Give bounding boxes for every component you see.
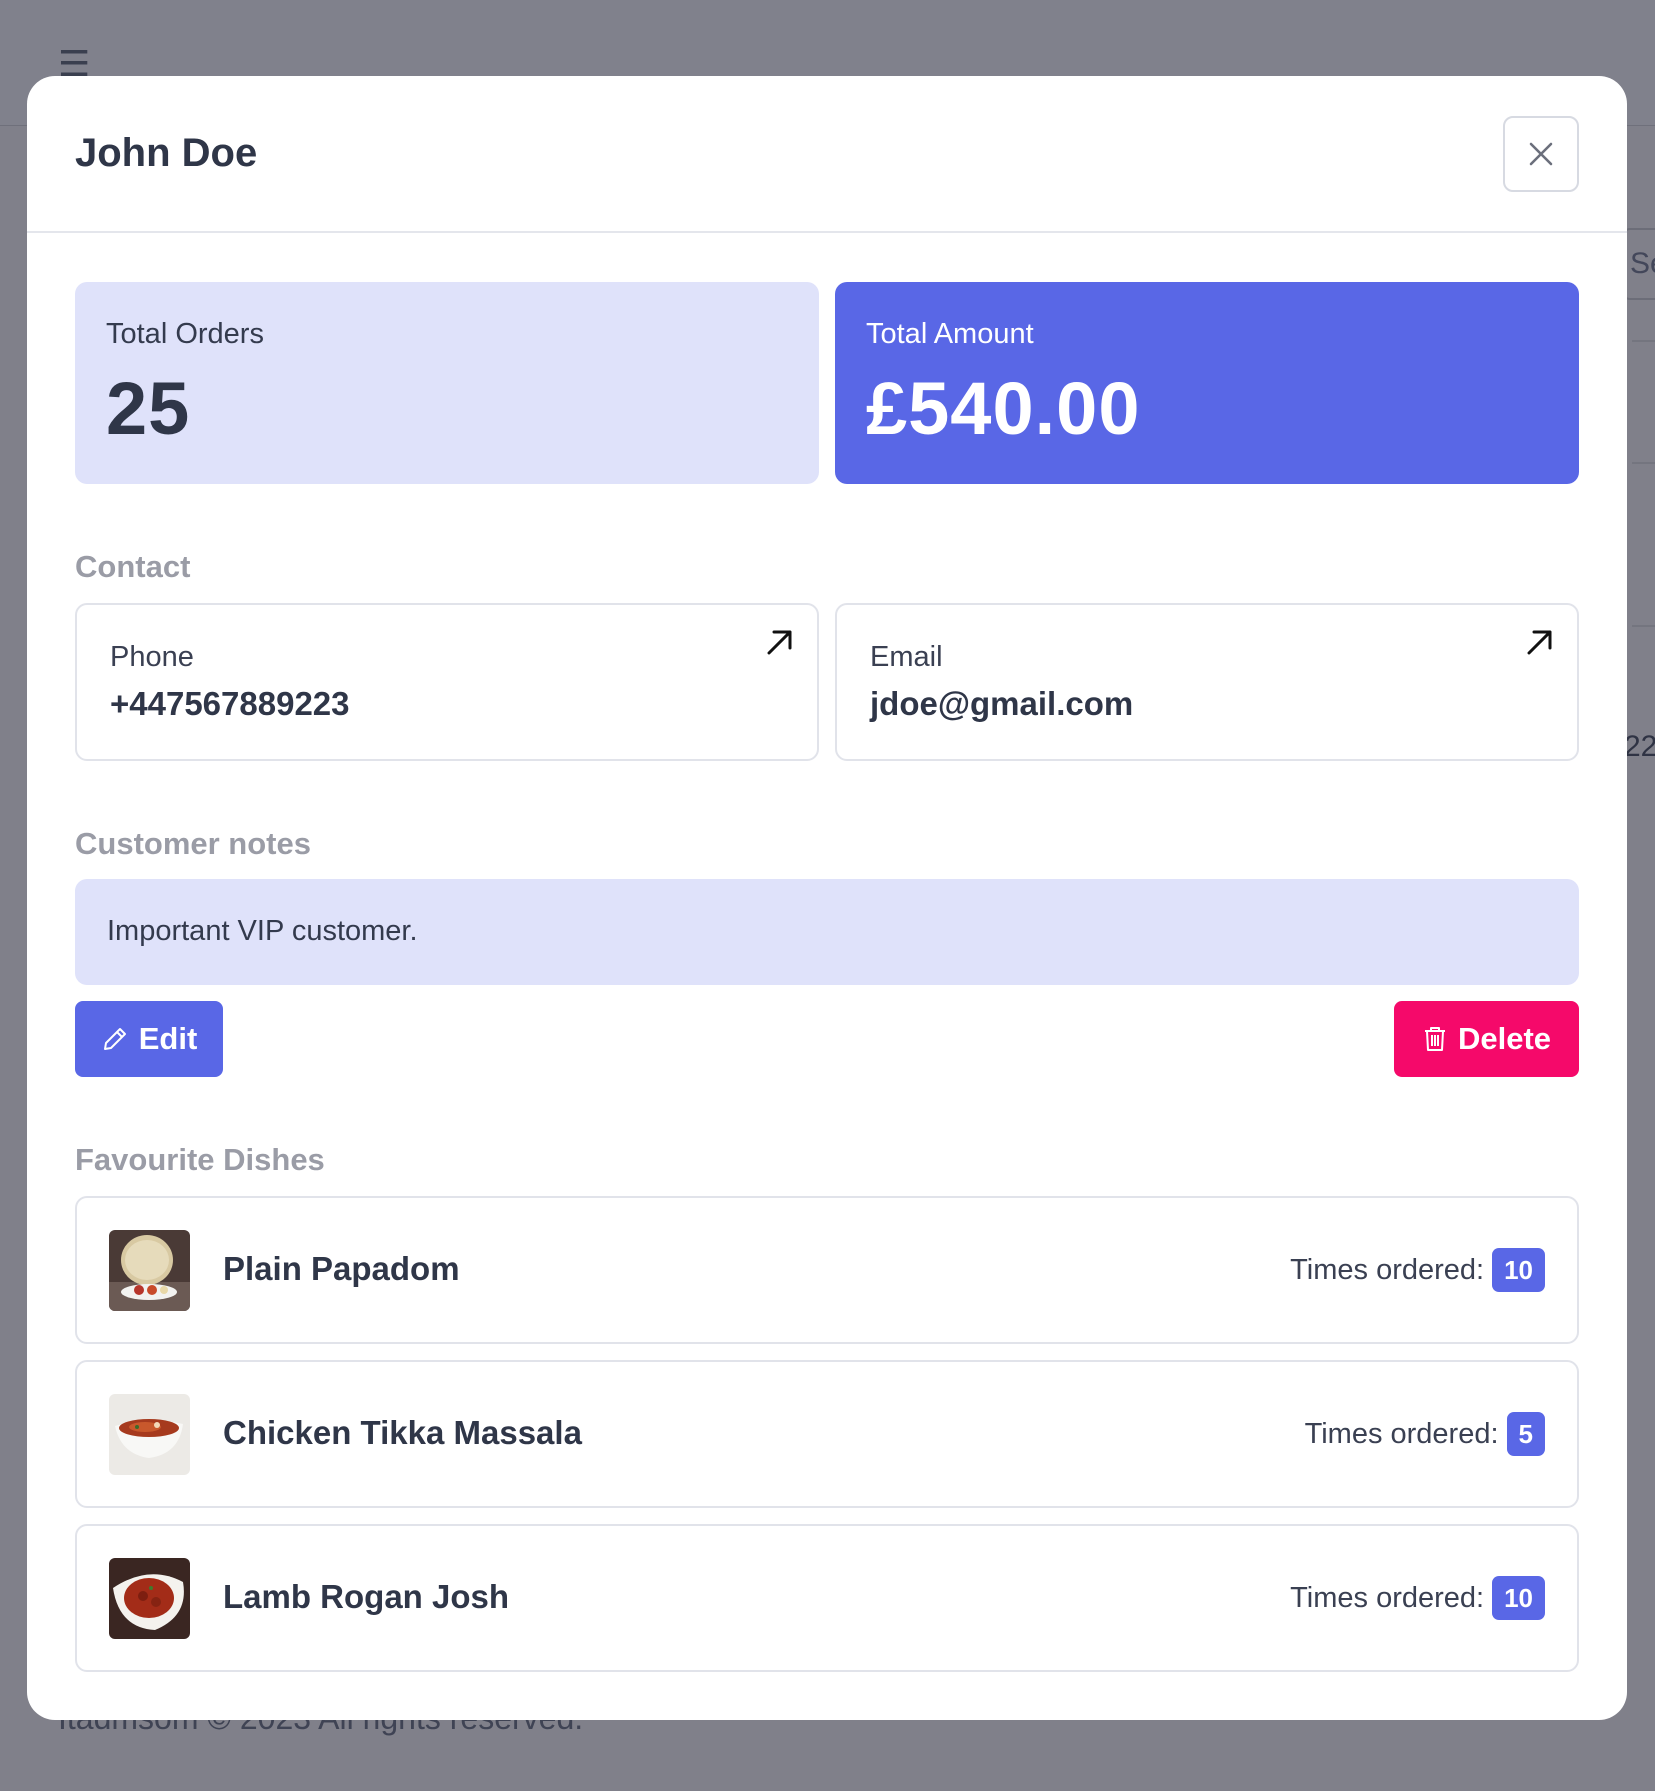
email-card[interactable]: Email jdoe@gmail.com bbox=[835, 603, 1579, 761]
dish-item[interactable]: Plain Papadom Times ordered: 10 bbox=[75, 1196, 1579, 1344]
trash-icon bbox=[1424, 1027, 1445, 1051]
total-orders-card: Total Orders 25 bbox=[75, 282, 819, 484]
times-ordered-badge: 10 bbox=[1492, 1248, 1545, 1292]
dish-image bbox=[109, 1558, 190, 1639]
external-link-icon[interactable] bbox=[1523, 625, 1557, 659]
edit-button-label: Edit bbox=[138, 1021, 198, 1056]
close-button[interactable] bbox=[1503, 116, 1579, 192]
times-ordered-label: Times ordered: bbox=[1290, 1581, 1485, 1614]
total-amount-value: £540.00 bbox=[866, 367, 1141, 450]
total-orders-value: 25 bbox=[106, 367, 191, 450]
background-divider bbox=[1632, 625, 1655, 627]
customer-notes-label: Customer notes bbox=[75, 826, 311, 861]
delete-button-label: Delete bbox=[1457, 1021, 1552, 1056]
email-label: Email bbox=[870, 641, 943, 673]
dish-order-count: Times ordered: 5 bbox=[1305, 1412, 1545, 1456]
customer-notes-text: Important VIP customer. bbox=[107, 915, 418, 947]
phone-label: Phone bbox=[110, 641, 194, 673]
background-table-value: 22 bbox=[1624, 730, 1655, 763]
dish-image bbox=[109, 1230, 190, 1311]
total-orders-label: Total Orders bbox=[106, 318, 264, 350]
email-value: jdoe@gmail.com bbox=[870, 685, 1134, 722]
delete-button[interactable]: Delete bbox=[1394, 1001, 1579, 1077]
external-link-icon[interactable] bbox=[763, 625, 797, 659]
dish-name: Lamb Rogan Josh bbox=[223, 1578, 510, 1615]
contact-section-label: Contact bbox=[75, 549, 191, 584]
dish-item[interactable]: Lamb Rogan Josh Times ordered: 10 bbox=[75, 1524, 1579, 1672]
favourite-dishes-label: Favourite Dishes bbox=[75, 1142, 325, 1177]
times-ordered-badge: 10 bbox=[1492, 1576, 1545, 1620]
times-ordered-label: Times ordered: bbox=[1290, 1253, 1485, 1286]
modal-title: John Doe bbox=[75, 131, 258, 175]
dish-order-count: Times ordered: 10 bbox=[1290, 1248, 1545, 1292]
total-amount-card: Total Amount £540.00 bbox=[835, 282, 1579, 484]
background-search-text: Se bbox=[1630, 247, 1655, 280]
background-divider bbox=[1632, 462, 1655, 464]
modal-header: John Doe bbox=[27, 76, 1627, 233]
dish-item[interactable]: Chicken Tikka Massala Times ordered: 5 bbox=[75, 1360, 1579, 1508]
close-icon bbox=[1529, 142, 1553, 166]
times-ordered-badge: 5 bbox=[1506, 1412, 1545, 1456]
times-ordered-label: Times ordered: bbox=[1304, 1417, 1499, 1450]
customer-modal: John Doe Total Orders 25 Total Amount £5… bbox=[27, 76, 1627, 1720]
pencil-icon bbox=[103, 1028, 126, 1050]
dish-image bbox=[109, 1394, 190, 1475]
phone-value: +447567889223 bbox=[110, 685, 350, 722]
background-divider bbox=[1632, 340, 1655, 342]
dish-name: Chicken Tikka Massala bbox=[223, 1414, 582, 1451]
dish-order-count: Times ordered: 10 bbox=[1290, 1576, 1545, 1620]
total-amount-label: Total Amount bbox=[866, 318, 1034, 350]
dish-name: Plain Papadom bbox=[223, 1250, 460, 1287]
edit-button[interactable]: Edit bbox=[75, 1001, 223, 1077]
phone-card[interactable]: Phone +447567889223 bbox=[75, 603, 819, 761]
customer-notes-box: Important VIP customer. bbox=[75, 879, 1579, 985]
